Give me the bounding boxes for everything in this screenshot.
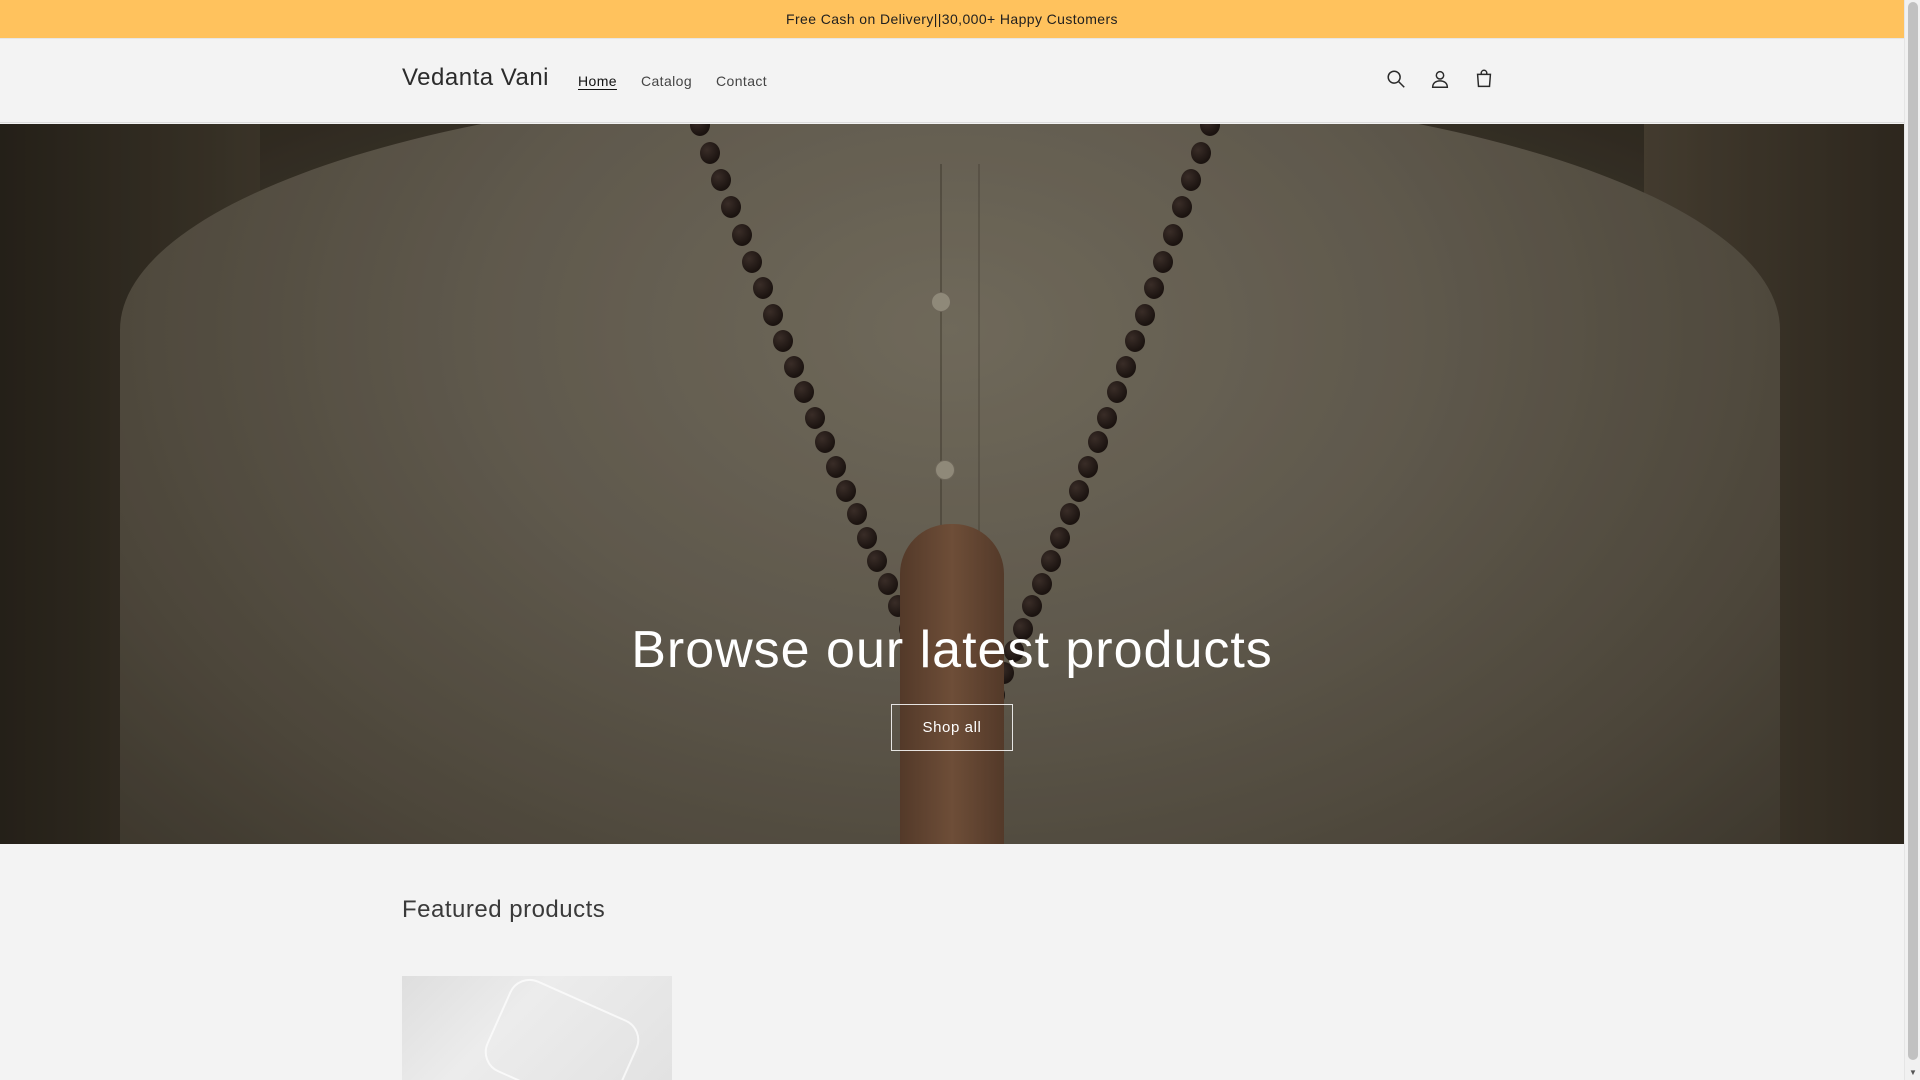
nav-home[interactable]: Home <box>566 73 629 89</box>
shop-all-button[interactable]: Shop all <box>891 704 1013 751</box>
page-scrollbar[interactable]: ▼ <box>1904 0 1920 1080</box>
header-icons <box>1374 59 1506 103</box>
scroll-down-icon[interactable]: ▼ <box>1908 1068 1918 1078</box>
announcement-text: Free Cash on Delivery||30,000+ Happy Cus… <box>786 11 1118 27</box>
featured-products-heading: Featured products <box>402 896 606 923</box>
nav-contact[interactable]: Contact <box>704 73 779 89</box>
hero-title: Browse our latest products <box>631 621 1273 679</box>
cart-icon <box>1473 68 1495 95</box>
main-nav: Home Catalog Contact <box>566 39 779 123</box>
account-button[interactable] <box>1418 59 1462 103</box>
scrollbar-thumb[interactable] <box>1908 2 1918 1060</box>
cart-button[interactable] <box>1462 59 1506 103</box>
search-button[interactable] <box>1374 59 1418 103</box>
search-icon <box>1385 68 1407 95</box>
store-logo[interactable]: Vedanta Vani <box>402 64 549 92</box>
account-icon <box>1429 68 1451 95</box>
announcement-bar: Free Cash on Delivery||30,000+ Happy Cus… <box>0 0 1904 39</box>
site-header: Vedanta Vani Home Catalog Contact <box>0 39 1904 123</box>
hero-banner: Browse our latest products Shop all <box>0 124 1904 844</box>
product-card[interactable] <box>402 976 672 1080</box>
nav-catalog[interactable]: Catalog <box>629 73 704 89</box>
